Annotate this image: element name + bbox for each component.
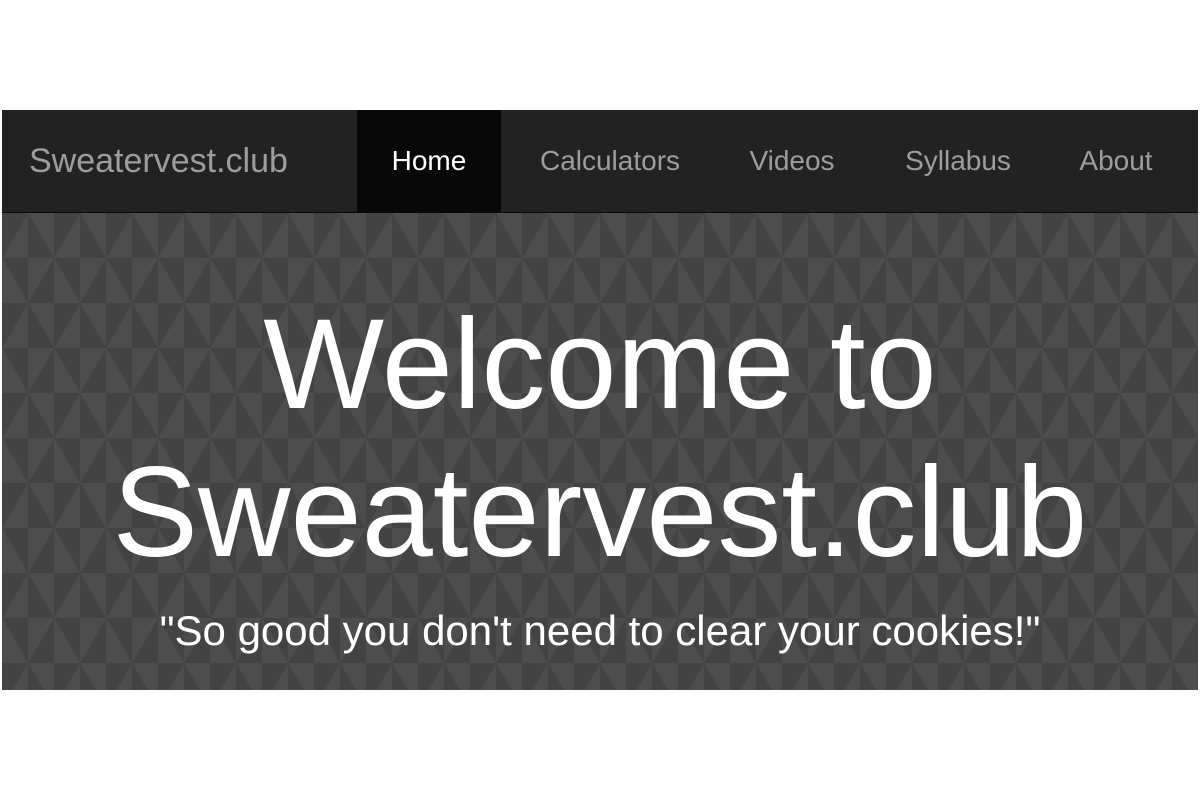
nav-item-syllabus[interactable]: Syllabus (884, 110, 1032, 212)
top-navbar: Sweatervest.club Home Calculators Videos… (2, 110, 1198, 213)
hero-title: Welcome to Sweatervest.club (2, 291, 1198, 587)
hero-title-line-2: Sweatervest.club (112, 441, 1088, 584)
nav-item-home[interactable]: Home (357, 110, 501, 212)
nav-item-videos[interactable]: Videos (728, 110, 856, 212)
hero-banner: Welcome to Sweatervest.club "So good you… (2, 213, 1198, 690)
page: Sweatervest.club Home Calculators Videos… (0, 0, 1200, 800)
nav-item-calculators[interactable]: Calculators (514, 110, 706, 212)
brand-link[interactable]: Sweatervest.club (29, 110, 288, 213)
nav-item-about[interactable]: About (1058, 110, 1174, 212)
hero-tagline: "So good you don't need to clear your co… (159, 607, 1041, 654)
hero-title-line-1: Welcome to (263, 293, 937, 436)
